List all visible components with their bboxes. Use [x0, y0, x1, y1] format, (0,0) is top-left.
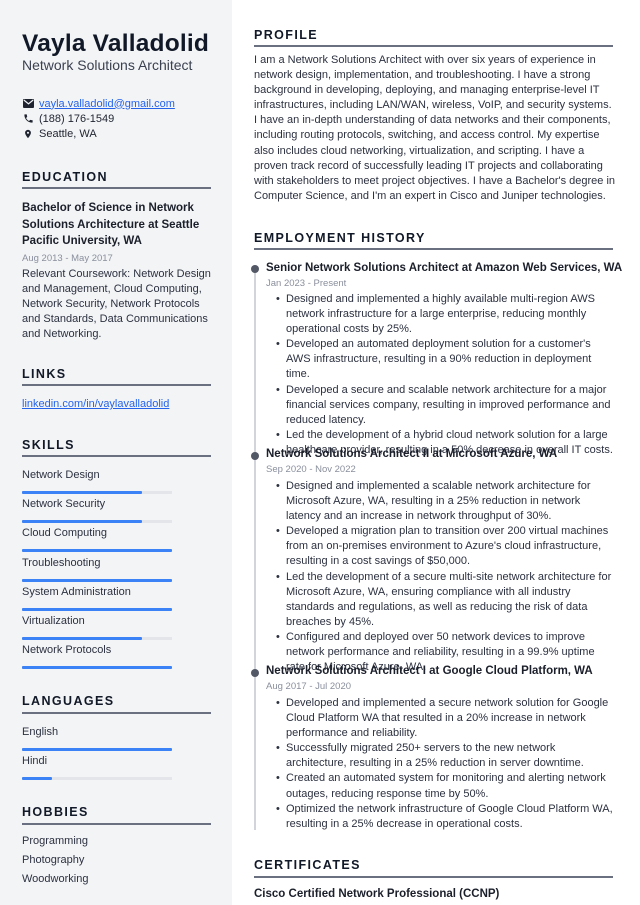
job-bullet: Successfully migrated 250+ servers to th…: [276, 741, 616, 771]
phone-icon: [22, 113, 34, 125]
timeline-dot: [251, 452, 259, 460]
employment-divider: [254, 248, 613, 250]
job-title: Network Solutions Architect I at Google …: [266, 665, 593, 677]
skill-level-fill: [22, 491, 142, 494]
language-item: English: [22, 725, 172, 751]
skill-level-fill: [22, 578, 172, 582]
skill-level-fill: [22, 607, 172, 611]
job-bullet: Developed an automated deployment soluti…: [276, 337, 616, 382]
languages-divider: [22, 712, 211, 714]
languages-heading: LANGUAGES: [22, 694, 115, 708]
hobby-item: Woodworking: [22, 873, 89, 885]
language-level-track: [22, 777, 172, 780]
job-bullets: Developed and implemented a secure netwo…: [276, 696, 616, 832]
job-bullet: Developed a secure and scalable network …: [276, 383, 616, 428]
hobbies-heading: HOBBIES: [22, 805, 89, 819]
skill-label: Cloud Computing: [22, 527, 107, 540]
timeline-line: [254, 265, 256, 830]
contact-email: vayla.valladolid@gmail.com: [22, 96, 212, 111]
language-label: Hindi: [22, 755, 48, 767]
candidate-title: Network Solutions Architect: [22, 57, 193, 73]
skill-level-fill: [22, 520, 142, 524]
skill-level-fill: [22, 637, 142, 640]
job-dates: Sep 2020 - Nov 2022: [266, 464, 356, 475]
skill-level-track: [22, 520, 172, 524]
linkedin-link[interactable]: linkedin.com/in/vaylavalladolid: [22, 397, 212, 412]
skill-label: Network Design: [22, 469, 100, 481]
hobby-item: Photography: [22, 854, 85, 866]
employment-heading: EMPLOYMENT HISTORY: [254, 231, 426, 245]
skill-level-track: [22, 666, 172, 670]
links-heading: LINKS: [22, 367, 67, 381]
job-dates: Jan 2023 - Present: [266, 278, 347, 289]
skill-level-track: [22, 578, 172, 582]
skill-item: System Administration: [22, 585, 172, 611]
skill-item: Network Protocols: [22, 643, 172, 670]
contact-phone: (188) 176-1549: [22, 111, 212, 126]
skill-level-fill: [22, 666, 172, 670]
certificate-item: Cisco Certified Network Professional (CC…: [254, 888, 500, 900]
email-link[interactable]: vayla.valladolid@gmail.com: [39, 98, 175, 110]
language-level-fill: [22, 748, 172, 751]
skill-item: Network Security: [22, 497, 172, 524]
job-bullet: Created an automated system for monitori…: [276, 771, 616, 801]
skill-label: Troubleshooting: [22, 556, 101, 569]
job-title: Senior Network Solutions Architect at Am…: [266, 262, 623, 274]
envelope-icon: [22, 98, 34, 110]
skills-heading: SKILLS: [22, 438, 75, 452]
language-level-track: [22, 748, 172, 751]
skill-level-track: [22, 607, 172, 611]
skill-item: Virtualization: [22, 614, 172, 640]
hobbies-divider: [22, 823, 211, 825]
education-dates: Aug 2013 - May 2017: [22, 252, 113, 264]
phone-number: (188) 176-1549: [39, 112, 115, 125]
skill-item: Cloud Computing: [22, 526, 172, 553]
job-dates: Aug 2017 - Jul 2020: [266, 681, 352, 692]
skill-level-track: [22, 637, 172, 640]
certificates-heading: CERTIFICATES: [254, 858, 361, 872]
job-bullets: Designed and implemented a scalable netw…: [276, 479, 616, 675]
education-divider: [22, 187, 211, 189]
skill-level-fill: [22, 549, 172, 553]
location-text: Seattle, WA: [39, 127, 97, 140]
skill-item: Network Design: [22, 468, 172, 494]
hobby-item: Programming: [22, 835, 89, 847]
skill-label: Network Security: [22, 498, 106, 511]
timeline-dot: [251, 669, 259, 677]
job-bullet: Developed and implemented a secure netwo…: [276, 696, 616, 741]
job-bullets: Designed and implemented a highly availa…: [276, 292, 616, 458]
contact-location: Seattle, WA: [22, 126, 212, 141]
map-pin-icon: [22, 128, 34, 140]
degree-title: Bachelor of Science in Network Solutions…: [22, 202, 200, 247]
job-bullet: Optimized the network infrastructure of …: [276, 802, 616, 832]
certificates-divider: [254, 876, 613, 878]
language-item: Hindi: [22, 754, 172, 780]
profile-text: I am a Network Solutions Architect with …: [254, 54, 616, 202]
language-level-fill: [22, 777, 52, 780]
timeline-dot: [251, 265, 259, 273]
job-bullet: Designed and implemented a scalable netw…: [276, 479, 616, 524]
skill-label: Virtualization: [22, 615, 85, 627]
job-bullet: Led the development of a secure multi-si…: [276, 570, 616, 630]
job-title: Network Solutions Architect II at Micros…: [266, 448, 558, 460]
language-label: English: [22, 726, 59, 738]
skill-level-track: [22, 491, 172, 494]
candidate-name: Vayla Valladolid: [22, 30, 210, 57]
education-entry: Bachelor of Science in Network Solutions…: [22, 200, 212, 342]
education-coursework: Relevant Coursework: Network Design and …: [22, 267, 211, 340]
links-divider: [22, 384, 211, 386]
skill-item: Troubleshooting: [22, 556, 172, 582]
skill-label: System Administration: [22, 585, 131, 598]
skills-divider: [22, 455, 211, 457]
skill-label: Network Protocols: [22, 644, 112, 657]
education-heading: EDUCATION: [22, 170, 108, 184]
job-bullet: Developed a migration plan to transition…: [276, 524, 616, 569]
skill-level-track: [22, 549, 172, 553]
job-bullet: Designed and implemented a highly availa…: [276, 292, 616, 337]
